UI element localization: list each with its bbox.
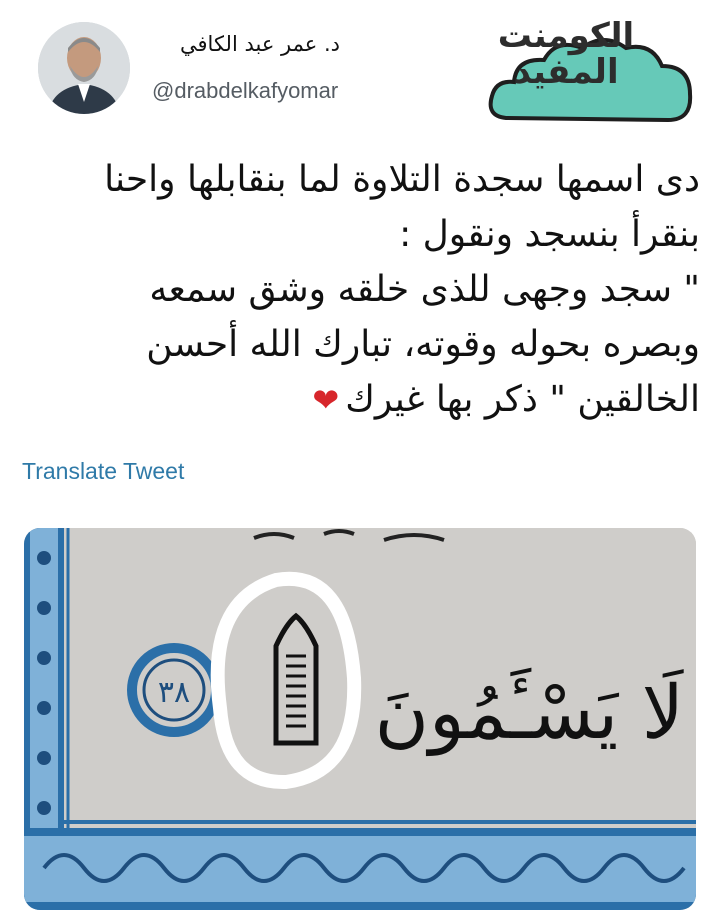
verse-number: ٣٨ <box>158 675 190 710</box>
author-name[interactable]: د. عمر عبد الكافي <box>150 32 340 56</box>
tweet-line: دى اسمها سجدة التلاوة لما بنقابلها واحنا <box>104 159 700 200</box>
heart-icon: ❤ <box>312 381 340 419</box>
tweet-line: الخالقين " ذكر بها غيرك <box>345 379 700 420</box>
tweet-line: بنقرأ بنسجد ونقول : <box>399 214 700 255</box>
tweet-line-last: الخالقين " ذكر بها غيرك❤ <box>10 372 700 428</box>
tweet-text: دى اسمها سجدة التلاوة لما بنقابلها واحنا… <box>10 152 700 428</box>
author-handle[interactable]: @drabdelkafyomar <box>152 78 338 104</box>
brand-logo-text: الكومنت المفيد <box>497 16 635 92</box>
avatar-photo <box>38 22 130 114</box>
translate-tweet-link[interactable]: Translate Tweet <box>22 458 184 485</box>
author-avatar[interactable] <box>38 22 130 114</box>
tweet-line: " سجد وجهى للذى خلقه وشق سمعه <box>149 269 700 310</box>
tweet-media-image[interactable]: ٣٨ لَا يَسْـَٔمُونَ <box>24 528 696 910</box>
verse-text: لَا يَسْـَٔمُونَ <box>375 667 685 757</box>
quran-page-photo: ٣٨ لَا يَسْـَٔمُونَ <box>24 528 696 910</box>
tweet-line: وبصره بحوله وقوته، تبارك الله أحسن <box>146 324 700 365</box>
